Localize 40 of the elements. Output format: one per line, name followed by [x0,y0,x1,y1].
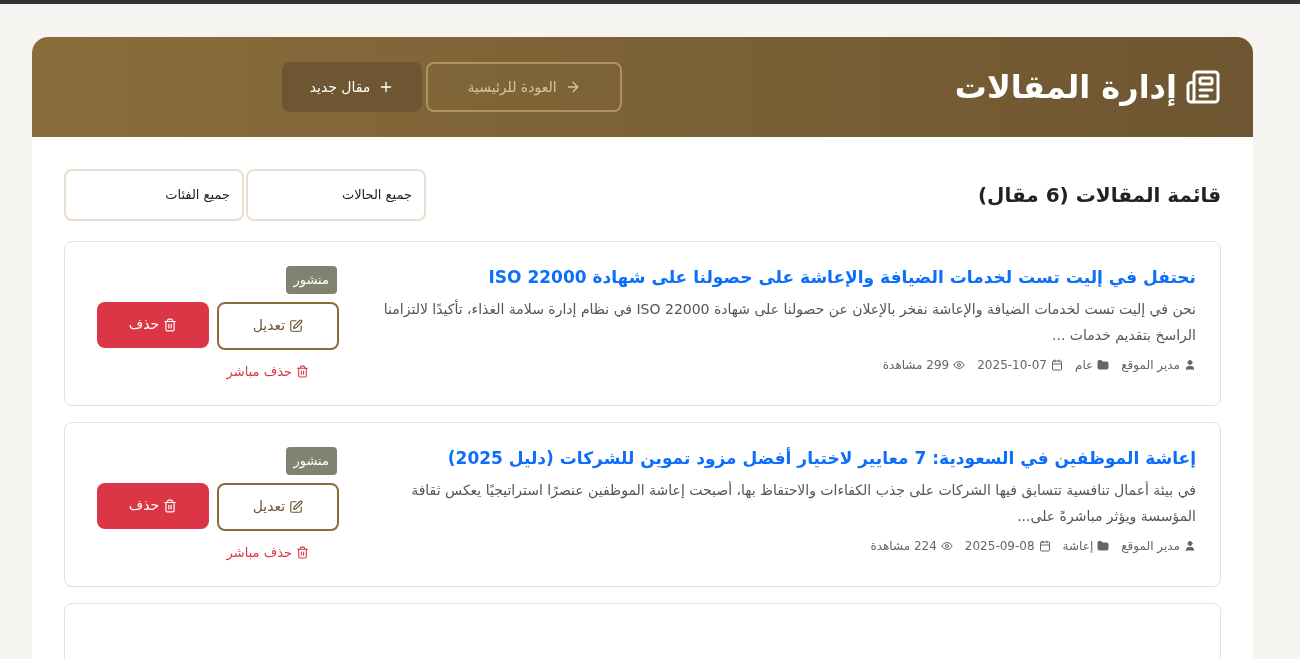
delete-button[interactable]: حذف [97,482,209,529]
status-label: منشور [285,266,337,294]
trash-icon [296,545,309,559]
article-date: 2025-10-07 [977,357,1047,374]
folder-icon [1097,540,1110,552]
calendar-icon [1051,359,1063,371]
list-heading: قائمة المقالات (6 مقال) [977,182,1221,209]
new-article-button[interactable]: مقال جديد [282,62,422,112]
article-date: 2025-09-08 [964,538,1035,555]
direct-delete-link[interactable]: حذف مباشر [226,361,309,381]
trash-icon [163,498,178,513]
delete-button[interactable]: حذف [97,301,209,348]
edit-button[interactable]: تعديل [217,301,339,350]
direct-delete-link[interactable]: حذف مباشر [226,542,309,562]
edit-button[interactable]: تعديل [217,482,339,531]
trash-icon [163,317,178,332]
newspaper-icon [1185,69,1221,105]
user-icon [1184,540,1196,552]
status-label: منشور [285,447,337,475]
article-author: مدير الموقع [1121,538,1180,555]
trash-icon [296,364,309,378]
eye-icon [940,540,953,552]
edit-icon [289,318,304,333]
folder-icon [1097,359,1110,371]
article-author: مدير الموقع [1121,357,1180,374]
article-category: إعاشة [1062,538,1094,555]
article-views: 224 مشاهدة [870,538,937,555]
calendar-icon [1038,540,1051,552]
article-title[interactable]: إعاشة الموظفين في السعودية: 7 معايير لاختيار أفضل مزود تموين للشركات (دليل 2025) [363,447,1196,469]
user-icon [1184,359,1196,371]
filter-select[interactable]: جميع الحالات [246,169,426,221]
article-excerpt: في بيئة أعمال تنافسية تتسابق فيها الشركات على جذب الكفاءات والاحتفاظ بها، أصبحت إعاشة الموظفين عنصرًا استراتيجيًا يعكس ثقافة المؤسسة ويؤثر مباشرةً على... [410,480,1196,527]
eye-icon [953,359,966,371]
filter-select[interactable]: جميع الفئات [64,169,244,221]
article-category: عام [1075,357,1094,374]
edit-icon [289,499,304,514]
page-title: إدارة المقالات [954,67,1177,108]
article-excerpt: نحن في إليت تست لخدمات الضيافة والإعاشة نفخر بالإعلان عن حصولنا على شهادة ISO 22000 في نظام إدارة سلامة الغذاء، تأكيدًا لالتزامنا الراسخ بتقديم خدمات ... [382,298,1196,346]
article-title[interactable]: نحتفل في إليت تست لخدمات الضيافة والإعاشة على حصولنا على شهادة ISO 22000 [363,266,1196,288]
article-views: 299 مشاهدة [882,357,950,374]
